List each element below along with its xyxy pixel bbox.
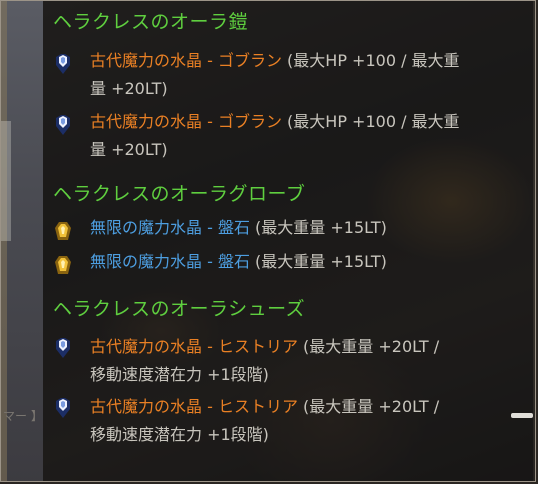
- socket-name: 古代魔力の水晶 - ゴブラン: [90, 51, 282, 70]
- socket-name: 古代魔力の水晶 - ヒストリア: [90, 397, 298, 416]
- socket-stats-cont: 量 +20LT): [90, 79, 168, 98]
- socket-stats-cont: 移動速度潜在力 +1段階): [90, 365, 269, 384]
- entry-ancient-goblin-2: 古代魔力の水晶 - ゴブラン (最大HP +100 / 最大重 量 +20LT): [90, 108, 520, 164]
- background-scroll-dash: [511, 413, 533, 418]
- socket-stats-cont: 移動速度潜在力 +1段階): [90, 425, 269, 444]
- entry-ancient-historia-1: 古代魔力の水晶 - ヒストリア (最大重量 +20LT / 移動速度潜在力 +1…: [90, 333, 520, 389]
- section-title-gloves: ヘラクレスのオーラグローブ: [53, 183, 306, 205]
- entry-ancient-historia-2: 古代魔力の水晶 - ヒストリア (最大重量 +20LT / 移動速度潜在力 +1…: [90, 393, 520, 449]
- section-title-armor: ヘラクレスのオーラ鎧: [53, 11, 249, 33]
- socket-name: 無限の魔力水晶 - 盤石: [90, 252, 250, 271]
- background-left-strip: [1, 121, 11, 241]
- entry-infinite-stone-2: 無限の魔力水晶 - 盤石 (最大重量 +15LT): [90, 248, 520, 276]
- ancient-crystal-icon: [56, 398, 70, 418]
- infinite-crystal-icon: [55, 256, 71, 274]
- socket-stats: (最大重量 +20LT /: [297, 397, 440, 416]
- socket-stats: (最大重量 +20LT /: [297, 337, 440, 356]
- entry-ancient-goblin-1: 古代魔力の水晶 - ゴブラン (最大HP +100 / 最大重 量 +20LT): [90, 47, 520, 103]
- ancient-crystal-icon: [56, 338, 70, 358]
- socket-stats: (最大重量 +15LT): [249, 218, 387, 237]
- socket-stats: (最大HP +100 / 最大重: [281, 51, 460, 70]
- socket-name: 無限の魔力水晶 - 盤石: [90, 218, 250, 237]
- socket-name: 古代魔力の水晶 - ゴブラン: [90, 112, 282, 131]
- background-text-fragment: マー 】: [3, 409, 43, 423]
- socket-stats: (最大HP +100 / 最大重: [281, 112, 460, 131]
- socket-name: 古代魔力の水晶 - ヒストリア: [90, 337, 298, 356]
- infinite-crystal-icon: [55, 222, 71, 240]
- entry-infinite-stone-1: 無限の魔力水晶 - 盤石 (最大重量 +15LT): [90, 214, 520, 242]
- ancient-crystal-icon: [56, 115, 70, 135]
- screenshot-frame: マー 】 ヘラクレスのオーラ鎧 古代魔力の水晶 - ゴブラン (最大HP +10…: [0, 0, 536, 482]
- socket-stats-cont: 量 +20LT): [90, 140, 168, 159]
- socket-stats: (最大重量 +15LT): [249, 252, 387, 271]
- section-title-shoes: ヘラクレスのオーラシューズ: [53, 298, 306, 320]
- ancient-crystal-icon: [56, 54, 70, 74]
